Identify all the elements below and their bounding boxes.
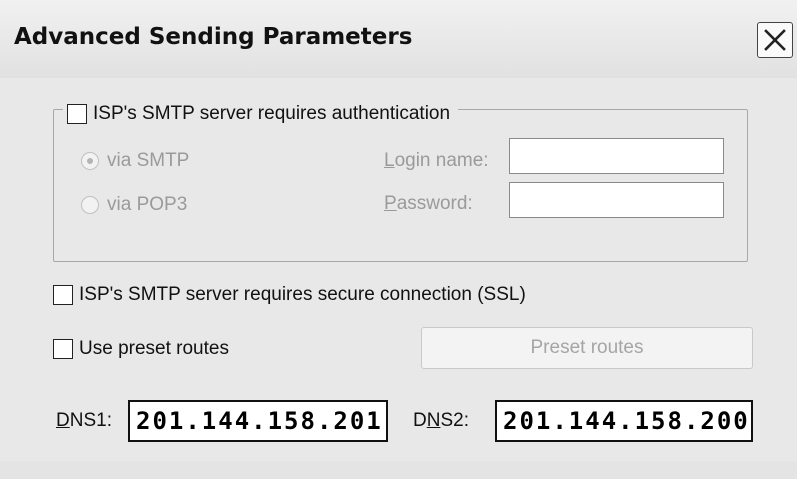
dns1-input[interactable]: 201.144.158.201 (128, 400, 388, 442)
password-label-row: Password: (384, 193, 473, 215)
window-title: Advanced Sending Parameters (14, 24, 413, 50)
advanced-sending-parameters-dialog: Advanced Sending Parameters ISP's SMTP s… (0, 0, 797, 479)
use-preset-routes-checkbox[interactable] (53, 339, 73, 359)
password-label: Password: (384, 193, 473, 214)
auth-required-label: ISP's SMTP server requires authenticatio… (93, 103, 451, 124)
close-icon (764, 29, 786, 51)
title-bar: Advanced Sending Parameters (0, 0, 797, 78)
ssl-required-label: ISP's SMTP server requires secure connec… (79, 284, 526, 305)
preset-routes-row: Use preset routes (53, 338, 229, 360)
close-button[interactable] (757, 22, 793, 58)
via-pop3-label: via POP3 (107, 194, 188, 215)
dns2-input[interactable]: 201.144.158.200 (495, 400, 753, 442)
password-input[interactable] (509, 182, 724, 218)
via-smtp-option[interactable]: via SMTP (81, 150, 189, 172)
via-smtp-label: via SMTP (107, 150, 190, 171)
login-name-label: Login name: (384, 150, 489, 171)
via-smtp-radio[interactable] (81, 152, 99, 170)
login-name-label-row: Login name: (384, 150, 489, 172)
dns1-label: DNS1: (56, 410, 112, 431)
auth-required-checkbox[interactable] (67, 104, 87, 124)
use-preset-routes-label: Use preset routes (79, 338, 229, 359)
via-pop3-radio[interactable] (81, 196, 99, 214)
ssl-required-checkbox[interactable] (53, 285, 73, 305)
ssl-row: ISP's SMTP server requires secure connec… (53, 284, 526, 306)
preset-routes-button[interactable]: Preset routes (421, 327, 753, 369)
login-name-input[interactable] (509, 138, 724, 174)
authentication-legend: ISP's SMTP server requires authenticatio… (63, 99, 459, 129)
dns2-label: DNS2: (413, 410, 469, 431)
via-pop3-option[interactable]: via POP3 (81, 194, 187, 216)
